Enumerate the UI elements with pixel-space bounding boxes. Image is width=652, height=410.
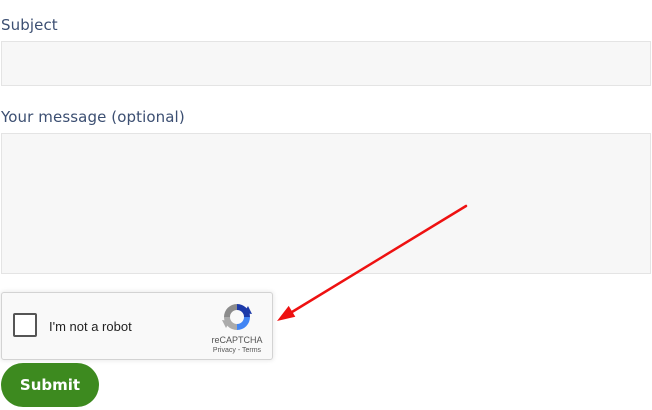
terms-link[interactable]: Terms [242, 347, 261, 354]
links-separator: - [237, 347, 241, 354]
submit-button[interactable]: Submit [1, 363, 99, 407]
privacy-link[interactable]: Privacy [213, 347, 236, 354]
recaptcha-brand: reCAPTCHA [211, 335, 263, 345]
subject-input[interactable] [1, 41, 651, 86]
recaptcha-links: Privacy - Terms [202, 347, 272, 354]
recaptcha-checkbox[interactable] [13, 313, 37, 337]
message-textarea[interactable] [1, 133, 651, 274]
message-label: Your message (optional) [1, 108, 185, 126]
recaptcha-widget: I'm not a robot reCAPTCHA Privacy - Term… [1, 292, 273, 360]
subject-label: Subject [1, 16, 58, 34]
recaptcha-checkbox-label: I'm not a robot [49, 319, 132, 334]
recaptcha-logo-icon [222, 304, 252, 330]
